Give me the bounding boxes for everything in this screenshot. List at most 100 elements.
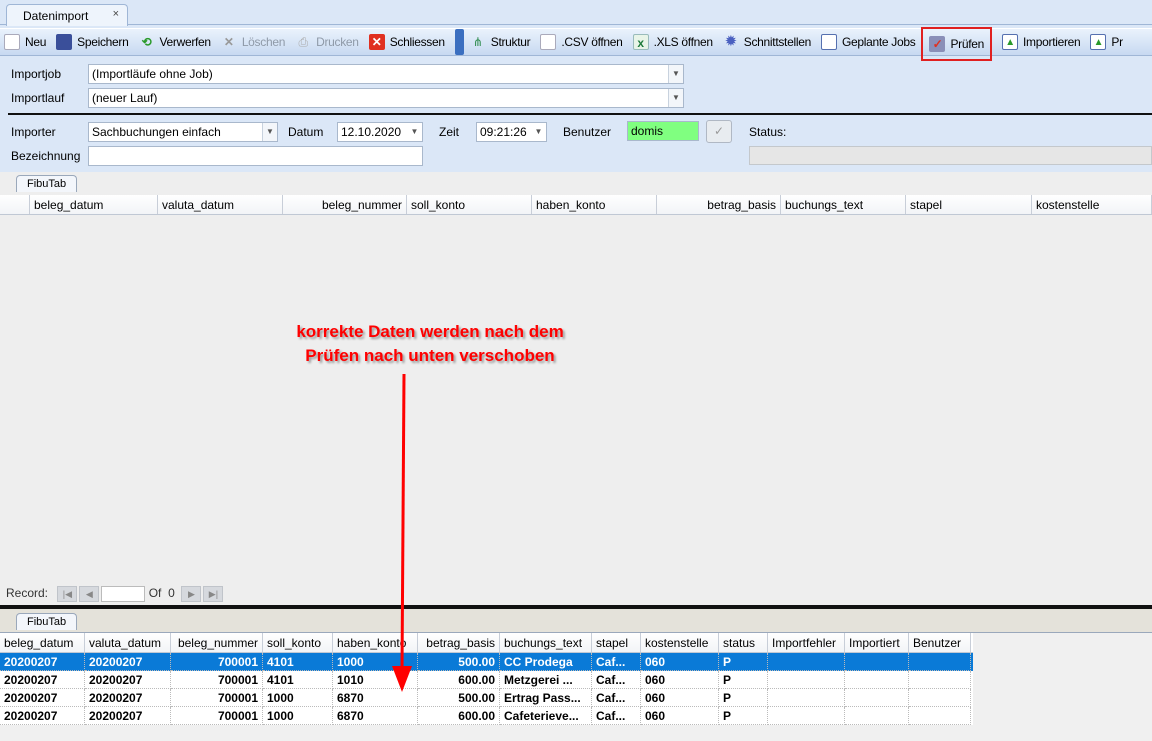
print-label: Drucken xyxy=(316,35,359,49)
interfaces-button[interactable]: ✹ Schnittstellen xyxy=(723,33,812,50)
importjob-combo[interactable]: (Importläufe ohne Job) ▼ xyxy=(88,64,684,84)
column-header-betrag_basis[interactable]: betrag_basis xyxy=(657,195,781,214)
tab-fibutab-lower[interactable]: FibuTab xyxy=(16,613,78,630)
lower-grid: beleg_datum valuta_datum beleg_nummer soll_… xyxy=(0,632,1152,741)
column-header-beleg_nummer[interactable]: beleg_nummer xyxy=(283,195,407,214)
scheduled-jobs-button[interactable]: Geplante Jobs xyxy=(820,34,916,50)
table-row[interactable]: 20200207 20200207 700001 1000 6870 500.00 Ertr… xyxy=(0,689,973,707)
importlauf-combo[interactable]: (neuer Lauf) ▼ xyxy=(88,88,684,108)
lower-grid-body: 20200207 20200207 700001 4101 1000 500.00 CC P… xyxy=(0,653,1152,725)
column-header-Importiert[interactable]: Importiert xyxy=(845,633,909,652)
toolbar: Neu Speichern ⟲ Verwerfen ✕ Löschen ⎙ Druck… xyxy=(0,27,1152,61)
table-row[interactable]: 20200207 20200207 700001 4101 1010 600.00 Metz… xyxy=(0,671,973,689)
save-label: Speichern xyxy=(77,35,129,49)
column-header-buchungs_text[interactable]: buchungs_text xyxy=(781,195,906,214)
bezeichnung-input[interactable] xyxy=(88,146,423,166)
cell-status: P xyxy=(719,689,768,707)
cell-soll_konto: 4101 xyxy=(263,671,333,689)
importer-combo[interactable]: Sachbuchungen einfach ▼ xyxy=(88,122,278,142)
save-icon xyxy=(56,34,73,50)
csv-file-icon xyxy=(540,34,557,50)
column-header-valuta_datum[interactable]: valuta_datum xyxy=(158,195,283,214)
column-header-soll_konto[interactable]: soll_konto xyxy=(407,195,532,214)
column-header-Importfehler[interactable]: Importfehler xyxy=(768,633,845,652)
user-lookup-button[interactable]: ✓ xyxy=(706,120,732,143)
import-button[interactable]: ▲ Importieren xyxy=(1002,34,1081,50)
check-icon: ✓ xyxy=(929,36,946,52)
cell-beleg_datum: 20200207 xyxy=(0,707,85,725)
bezeichnung-label: Bezeichnung xyxy=(11,149,81,163)
cell-stapel: Caf... xyxy=(592,653,641,671)
chevron-down-icon[interactable]: ▼ xyxy=(668,89,683,107)
column-header-buchungs_text[interactable]: buchungs_text xyxy=(500,633,592,652)
first-record-button[interactable]: |◀ xyxy=(57,586,78,603)
importjob-label: Importjob xyxy=(11,67,62,81)
chevron-down-icon[interactable]: ▼ xyxy=(262,123,277,141)
zeit-value: 09:21:26 xyxy=(480,125,527,139)
column-header-beleg_datum[interactable]: beleg_datum xyxy=(30,195,158,214)
column-header-beleg_nummer[interactable]: beleg_nummer xyxy=(171,633,263,652)
row-indicator-header xyxy=(0,195,30,214)
toolbar-overflow-grip[interactable] xyxy=(454,29,464,55)
upper-grid-header: beleg_datum valuta_datum beleg_nummer soll_… xyxy=(0,195,1152,215)
table-row[interactable]: 20200207 20200207 700001 1000 6870 600.00 Cafe… xyxy=(0,707,973,725)
cell-Benutzer xyxy=(909,671,971,689)
open-xls-button[interactable]: x .XLS öffnen xyxy=(632,34,713,50)
column-header-kostenstelle[interactable]: kostenstelle xyxy=(641,633,719,652)
last-record-button[interactable]: ▶| xyxy=(203,586,224,603)
open-csv-button[interactable]: .CSV öffnen xyxy=(540,34,623,50)
cell-haben_konto: 6870 xyxy=(333,707,418,725)
save-button[interactable]: Speichern xyxy=(56,34,129,50)
table-row[interactable]: 20200207 20200207 700001 4101 1000 500.00 CC P… xyxy=(0,653,973,671)
next-record-button[interactable]: ▶ xyxy=(181,586,202,603)
cell-stapel: Caf... xyxy=(592,689,641,707)
delete-icon: ✕ xyxy=(223,35,234,49)
gear-icon: ✹ xyxy=(724,33,738,50)
column-header-stapel[interactable]: stapel xyxy=(906,195,1032,214)
of-label: Of xyxy=(148,586,162,601)
cell-status: P xyxy=(719,671,768,689)
tab-fibutab-upper[interactable]: FibuTab xyxy=(16,175,78,192)
cell-betrag_basis: 500.00 xyxy=(418,689,500,707)
new-button[interactable]: Neu xyxy=(4,34,46,50)
open-csv-label: .CSV öffnen xyxy=(561,35,623,49)
chevron-down-icon[interactable]: ▼ xyxy=(407,123,422,141)
benutzer-label: Benutzer xyxy=(563,125,612,139)
column-header-status[interactable]: status xyxy=(719,633,768,652)
column-header-haben_konto[interactable]: haben_konto xyxy=(532,195,657,214)
delete-label: Löschen xyxy=(241,35,286,49)
chevron-down-icon[interactable]: ▼ xyxy=(531,123,546,141)
column-header-beleg_datum[interactable]: beleg_datum xyxy=(0,633,85,652)
annotation-line-2: Prüfen nach unten verschoben xyxy=(305,346,555,365)
close-tab-icon[interactable]: × xyxy=(113,8,119,20)
cell-status: P xyxy=(719,653,768,671)
cell-betrag_basis: 600.00 xyxy=(418,707,500,725)
prev-record-button[interactable]: ◀ xyxy=(79,586,100,603)
discard-button[interactable]: ⟲ Verwerfen xyxy=(138,34,212,50)
close-icon: ✕ xyxy=(368,34,385,50)
column-header-betrag_basis[interactable]: betrag_basis xyxy=(418,633,500,652)
chevron-down-icon[interactable]: ▼ xyxy=(668,65,683,83)
import-label: Importieren xyxy=(1023,35,1081,49)
column-header-kostenstelle[interactable]: kostenstelle xyxy=(1032,195,1152,214)
column-header-Benutzer[interactable]: Benutzer xyxy=(909,633,971,652)
print-button[interactable]: ⎙ Drucken xyxy=(295,34,359,50)
benutzer-field[interactable]: domis xyxy=(627,121,699,141)
cell-beleg_datum: 20200207 xyxy=(0,689,85,707)
column-header-valuta_datum[interactable]: valuta_datum xyxy=(85,633,171,652)
cell-soll_konto: 1000 xyxy=(263,689,333,707)
zeit-picker[interactable]: 09:21:26 ▼ xyxy=(476,122,547,142)
tab-datenimport[interactable]: Datenimport × xyxy=(6,4,128,26)
close-label: Schliessen xyxy=(389,35,445,49)
column-header-stapel[interactable]: stapel xyxy=(592,633,641,652)
datum-picker[interactable]: 12.10.2020 ▼ xyxy=(337,122,423,142)
delete-button[interactable]: ✕ Löschen xyxy=(221,34,285,50)
cell-Benutzer xyxy=(909,689,971,707)
column-header-soll_konto[interactable]: soll_konto xyxy=(263,633,333,652)
check-button[interactable]: ✓ Prüfen xyxy=(921,27,993,61)
structure-button[interactable]: ⋔ Struktur xyxy=(470,34,531,50)
close-button[interactable]: ✕ Schliessen xyxy=(368,34,445,50)
pr-button[interactable]: ▲ Pr xyxy=(1090,34,1123,50)
record-input[interactable] xyxy=(101,586,146,602)
annotation-line-1: korrekte Daten werden nach dem xyxy=(296,322,564,341)
